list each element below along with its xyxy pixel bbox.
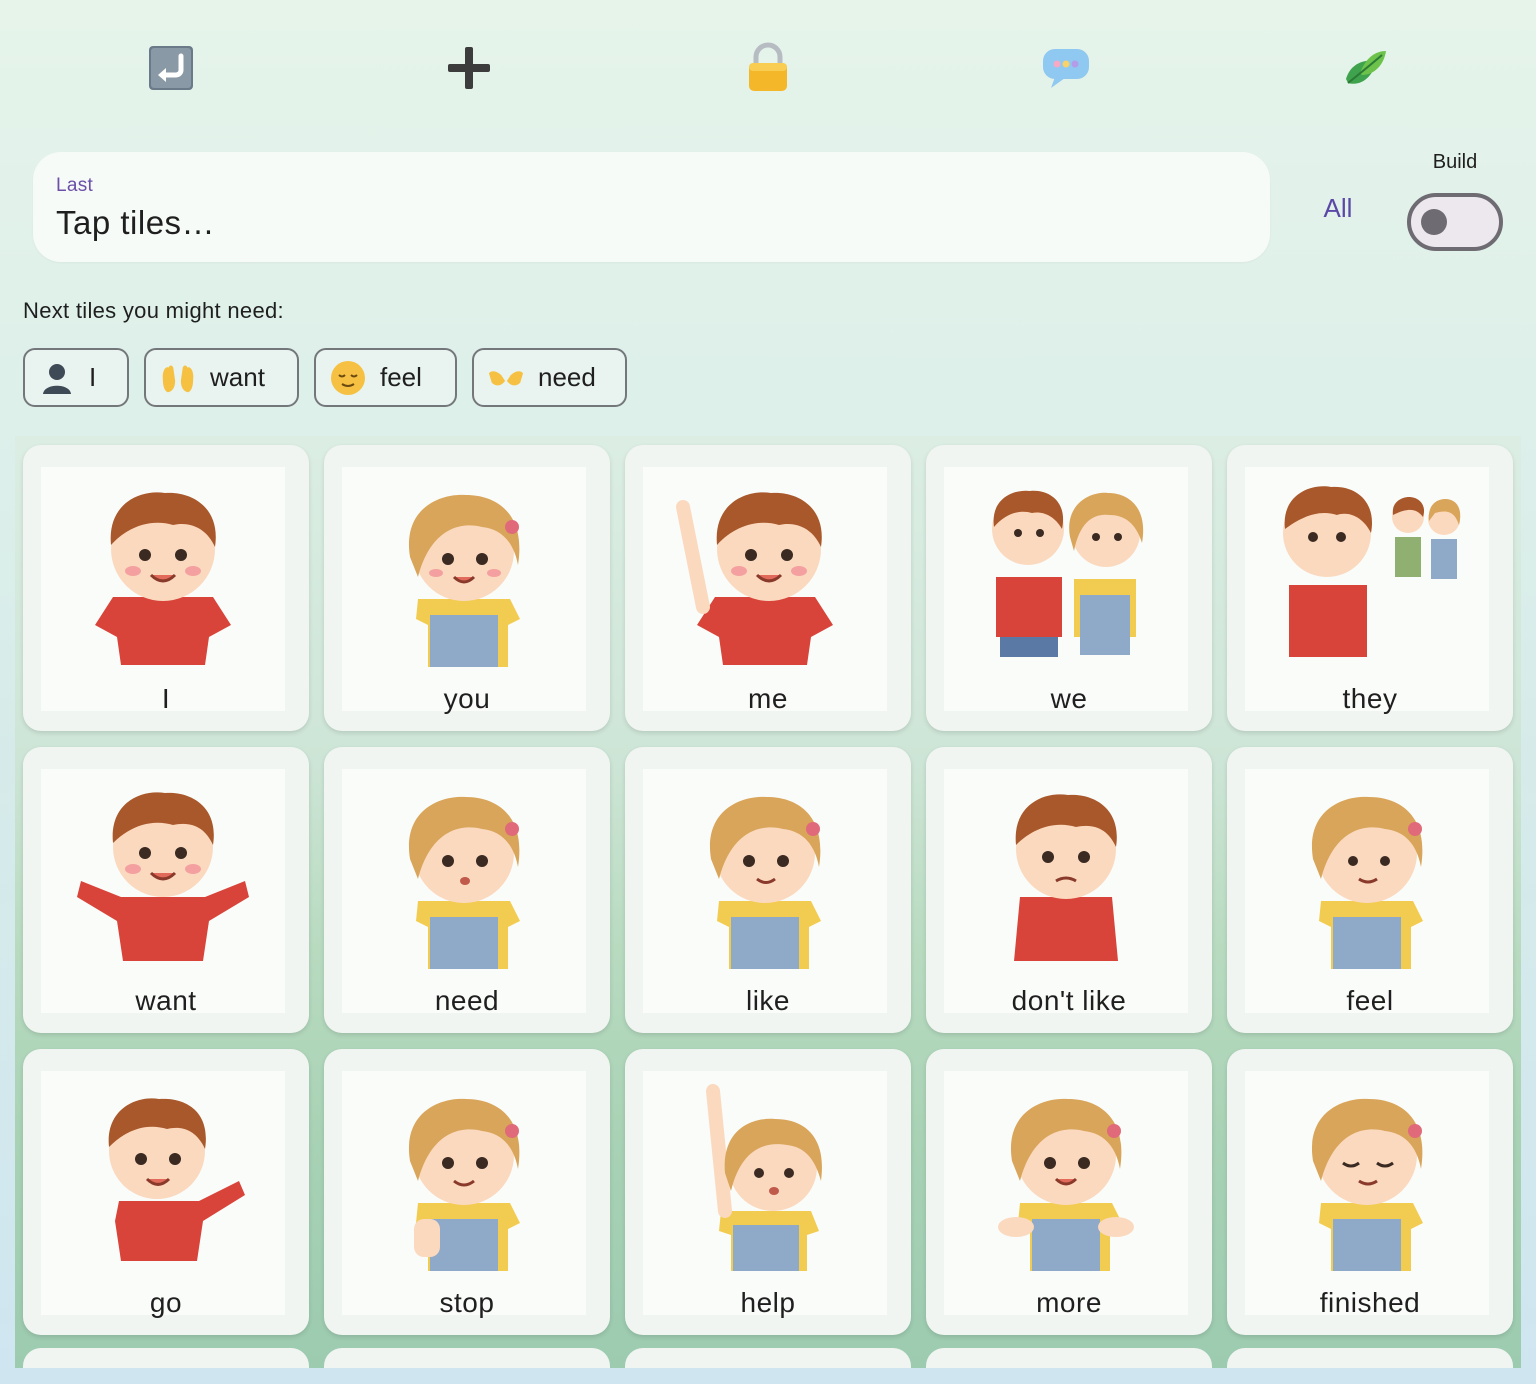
tile-image-frame <box>944 467 1188 711</box>
leaf-icon[interactable] <box>1337 40 1393 96</box>
tile-image-frame <box>643 1071 887 1315</box>
return-icon[interactable] <box>143 40 199 96</box>
boy-figure-icon <box>77 792 249 961</box>
tile-i[interactable]: I <box>23 445 309 731</box>
tile-label: me <box>748 683 788 714</box>
tile-label: don't like <box>1011 985 1127 1016</box>
tile-label: finished <box>1319 1287 1421 1318</box>
tile-dont-like[interactable]: don't like <box>926 747 1212 1033</box>
tile-they[interactable]: they <box>1227 445 1513 731</box>
suggestion-chip-feel[interactable]: feel <box>314 348 457 407</box>
tile-finished[interactable]: finished <box>1227 1049 1513 1335</box>
boy-pointing-at-group-icon <box>1283 486 1461 657</box>
tile-image-frame <box>342 1071 586 1315</box>
tile-image-frame <box>1245 1071 1489 1315</box>
person-silhouette-icon <box>39 360 75 396</box>
tile-partial[interactable] <box>23 1348 309 1368</box>
girl-figure-icon <box>408 494 520 667</box>
tile-label: you <box>443 683 491 714</box>
tile-partial[interactable] <box>625 1348 911 1368</box>
symbol-grid: I you me we they want need like don't li… <box>15 436 1521 1368</box>
tile-label: want <box>135 985 197 1016</box>
suggestions-heading: Next tiles you might need: <box>23 298 284 323</box>
all-button[interactable]: All <box>1312 190 1364 226</box>
sentence-bar[interactable]: Last Tap tiles… <box>33 152 1270 262</box>
suggestion-chip-label: want <box>210 362 265 392</box>
tile-image-frame <box>342 467 586 711</box>
tile-we[interactable]: we <box>926 445 1212 731</box>
tile-label: I <box>161 683 171 714</box>
tile-label: we <box>1050 683 1088 714</box>
boy-figure-icon <box>1014 794 1118 961</box>
tile-partial[interactable] <box>1227 1348 1513 1368</box>
suggestion-chip-label: I <box>89 362 97 392</box>
tile-image-frame <box>41 467 285 711</box>
tile-image-frame <box>944 769 1188 1013</box>
tile-image-frame <box>41 769 285 1013</box>
sentence-label: Last <box>56 175 94 196</box>
tile-label: more <box>1036 1287 1102 1318</box>
girl-offering-hands-icon <box>998 1098 1134 1271</box>
plus-icon[interactable] <box>441 40 497 96</box>
tile-stop[interactable]: stop <box>324 1049 610 1335</box>
open-hands-icon <box>488 360 524 396</box>
suggestion-chip-label: need <box>538 362 596 392</box>
toggle-knob <box>1421 209 1447 235</box>
boy-and-girl-figure-icon <box>992 490 1144 657</box>
sentence-text: Tap tiles… <box>56 204 216 241</box>
girl-figure-icon <box>408 796 520 969</box>
tile-help[interactable]: help <box>625 1049 911 1335</box>
suggestion-chip-label: feel <box>380 362 422 392</box>
tile-partial[interactable] <box>324 1348 610 1368</box>
tile-go[interactable]: go <box>23 1049 309 1335</box>
tile-image-frame <box>1245 467 1489 711</box>
tile-label: need <box>434 985 500 1016</box>
tile-feel[interactable]: feel <box>1227 747 1513 1033</box>
tile-you[interactable]: you <box>324 445 610 731</box>
boy-figure-icon <box>95 492 231 665</box>
tile-image-frame <box>1245 769 1489 1013</box>
build-toggle[interactable] <box>1407 193 1503 251</box>
tile-image-frame <box>41 1071 285 1315</box>
tile-need[interactable]: need <box>324 747 610 1033</box>
suggestion-chip-i[interactable]: I <box>23 348 129 407</box>
tile-label: like <box>745 985 790 1016</box>
top-toolbar <box>0 0 1536 140</box>
raised-hands-icon <box>160 360 196 396</box>
boy-pointing-figure-icon <box>108 1098 245 1261</box>
girl-figure-icon <box>1311 1098 1423 1271</box>
relieved-face-icon <box>330 360 366 396</box>
girl-figure-icon <box>408 1098 520 1271</box>
tile-like[interactable]: like <box>625 747 911 1033</box>
tile-image-frame <box>643 467 887 711</box>
suggestion-chip-want[interactable]: want <box>144 348 299 407</box>
tile-label: help <box>740 1287 796 1318</box>
build-label: Build <box>1432 151 1478 173</box>
tile-more[interactable]: more <box>926 1049 1212 1335</box>
tile-image-frame <box>643 769 887 1013</box>
tile-label: they <box>1342 683 1398 714</box>
tile-image-frame <box>342 769 586 1013</box>
tile-label: feel <box>1346 985 1394 1016</box>
girl-figure-icon <box>709 796 821 969</box>
boy-figure-icon <box>676 492 833 665</box>
girl-raising-hand-icon <box>706 1084 822 1271</box>
suggestion-chip-need[interactable]: need <box>472 348 627 407</box>
tile-want[interactable]: want <box>23 747 309 1033</box>
tile-me[interactable]: me <box>625 445 911 731</box>
tile-partial[interactable] <box>926 1348 1212 1368</box>
tile-image-frame <box>944 1071 1188 1315</box>
tile-label: stop <box>439 1287 495 1318</box>
tile-label: go <box>149 1287 183 1318</box>
lock-icon[interactable] <box>740 40 796 96</box>
speech-bubble-icon[interactable] <box>1038 40 1094 96</box>
girl-figure-icon <box>1311 796 1423 969</box>
